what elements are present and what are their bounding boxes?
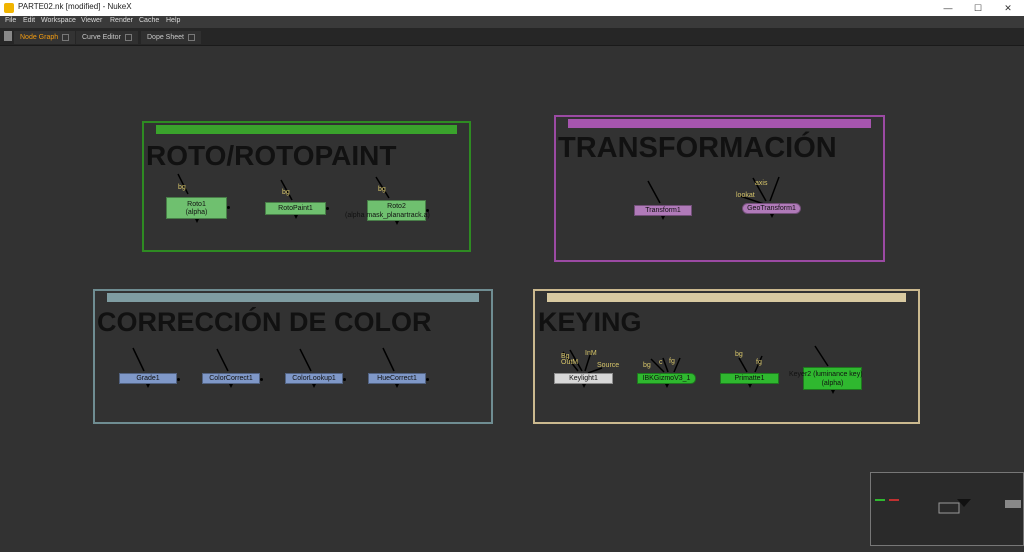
node-transform1[interactable]: Transform1 <box>634 205 692 220</box>
output-arrow-icon <box>146 384 150 388</box>
node-primatte1-input-bg: bg <box>735 351 743 358</box>
node-colorcorrect1[interactable]: ColorCorrect1 <box>202 373 263 388</box>
node-roto1-sub: (alpha) <box>185 209 208 216</box>
node-huecorrect1[interactable]: HueCorrect1 <box>368 373 429 388</box>
node-rotopaint1[interactable]: RotoPaint1 <box>265 202 329 219</box>
node-rotopaint1-input-bg: bg <box>282 189 290 196</box>
node-ibkgizmo[interactable]: IBKGizmoV3_1 <box>637 373 696 388</box>
output-arrow-icon <box>581 384 586 388</box>
node-grade1[interactable]: Grade1 <box>119 373 180 388</box>
node-roto1-name: Roto1 <box>187 201 206 208</box>
node-keyer2-name: Keyer2 (luminance key) <box>789 371 863 378</box>
output-arrow-icon <box>293 215 298 219</box>
node-geotransform1[interactable]: GeoTransform1 <box>742 203 801 218</box>
node-geotransform1-input-lookat: lookat <box>736 192 755 199</box>
node-roto2-sub: (alpha mask_planartrack.a) <box>345 212 430 219</box>
output-arrow-icon <box>395 384 399 388</box>
node-ibkgizmo-input-fg: fg <box>669 358 675 365</box>
node-primatte1-input-fg: fg <box>756 359 762 366</box>
node-huecorrect1-name: HueCorrect1 <box>377 375 417 382</box>
output-arrow-icon <box>747 384 752 388</box>
node-keyer2-sub: (alpha) <box>821 380 844 387</box>
mask-input-dot[interactable] <box>426 377 429 381</box>
output-arrow-icon <box>229 384 233 388</box>
node-keylight1-input-inm: InM <box>585 350 597 357</box>
node-keylight1-name: Keylight1 <box>569 375 598 382</box>
node-ibkgizmo-input-bg: bg <box>643 362 651 369</box>
node-keylight1-input-outm: OutM <box>561 359 579 366</box>
output-arrow-icon <box>769 214 774 218</box>
mask-input-dot[interactable] <box>177 377 180 381</box>
node-roto2-input-bg: bg <box>378 186 386 193</box>
output-arrow-icon <box>830 390 835 394</box>
node-ibkgizmo-input-c: c <box>659 359 663 366</box>
node-colorlookup1-name: ColorLookup1 <box>292 375 336 382</box>
node-rotopaint1-name: RotoPaint1 <box>278 205 313 212</box>
mask-input-dot[interactable] <box>260 377 263 381</box>
node-ibkgizmo-name: IBKGizmoV3_1 <box>642 375 691 382</box>
node-primatte1[interactable]: Primatte1 <box>720 373 779 388</box>
node-wires <box>132 173 829 374</box>
output-arrow-icon <box>394 221 399 225</box>
minimap-overview <box>875 499 1021 514</box>
node-transform1-name: Transform1 <box>645 207 681 214</box>
output-arrow-icon <box>312 384 316 388</box>
node-primatte1-name: Primatte1 <box>734 375 765 382</box>
output-arrow-icon <box>661 216 665 220</box>
node-grade1-name: Grade1 <box>136 375 160 382</box>
node-graph-minimap[interactable] <box>870 472 1024 546</box>
node-roto1[interactable]: Roto1 (alpha) <box>166 197 230 223</box>
output-arrow-icon <box>194 219 199 223</box>
node-colorlookup1[interactable]: ColorLookup1 <box>285 373 346 388</box>
node-geotransform1-name: GeoTransform1 <box>747 205 796 212</box>
node-roto2-name: Roto2 <box>387 203 406 210</box>
node-roto1-input-bg: bg <box>178 184 186 191</box>
node-colorcorrect1-name: ColorCorrect1 <box>209 375 253 382</box>
output-arrow-icon <box>664 384 669 388</box>
node-geotransform1-input-axis: axis <box>755 180 768 187</box>
mask-input-dot[interactable] <box>343 377 346 381</box>
node-keylight1-input-source: Source <box>597 362 620 369</box>
node-keylight1[interactable]: Keylight1 <box>554 373 613 388</box>
mask-input-dot[interactable] <box>227 206 230 209</box>
